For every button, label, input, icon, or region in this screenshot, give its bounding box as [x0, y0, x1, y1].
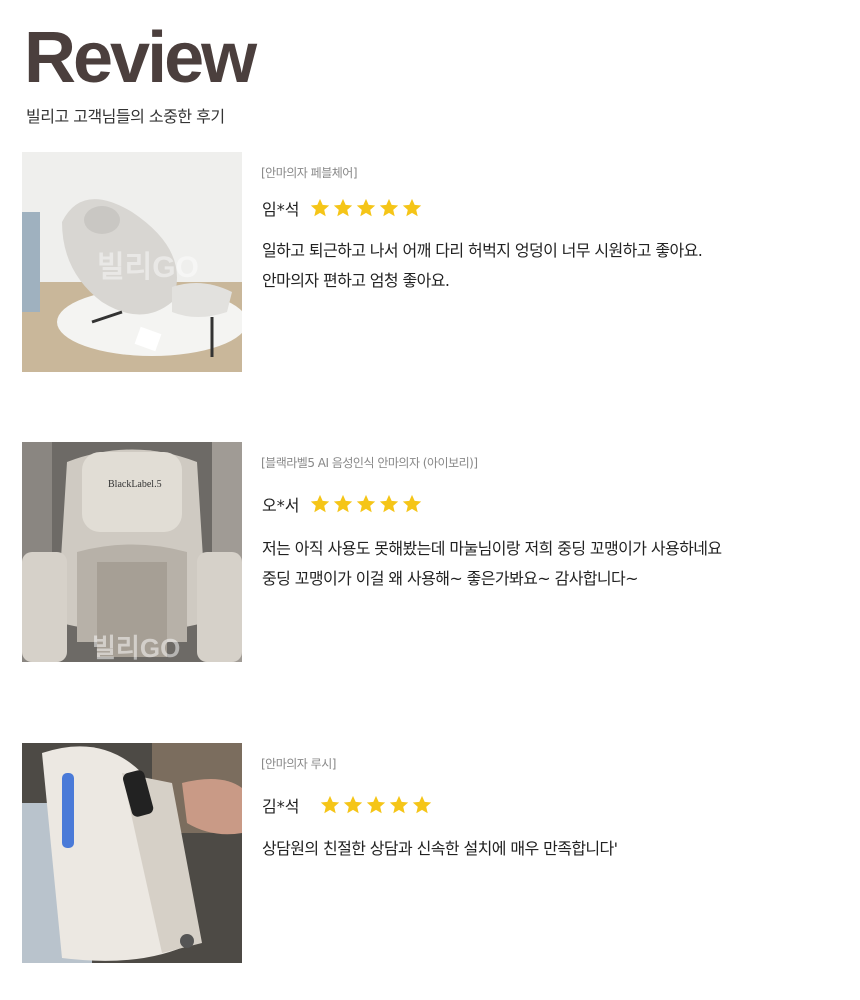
star-icon — [321, 795, 340, 814]
star-icon — [334, 494, 353, 513]
star-icon — [344, 795, 363, 814]
review-text-line: 상담원의 친절한 상담과 신속한 설치에 매우 만족합니다' — [262, 839, 618, 858]
review-text: 저는 아직 사용도 못해봤는데 마눌님이랑 저희 중딩 꼬맹이가 사용하네요 중… — [262, 534, 832, 594]
page-title: Review — [24, 18, 257, 98]
reviewer-name: 임*석 — [262, 200, 300, 219]
review-text: 상담원의 친절한 상담과 신속한 설치에 매우 만족합니다' — [262, 834, 832, 864]
chair-label: BlackLabel.5 — [108, 479, 162, 490]
review-text: 일하고 퇴근하고 나서 어깨 다리 허벅지 엉덩이 너무 시원하고 좋아요. 안… — [262, 236, 832, 296]
star-icon — [403, 198, 422, 217]
star-icon — [380, 198, 399, 217]
review-card: 빌리GO [안마의자 페블체어] 임*석 일하고 퇴근하고 나서 어깨 다리 허… — [22, 152, 842, 372]
star-rating — [309, 197, 423, 219]
star-icon — [380, 494, 399, 513]
star-icon — [367, 795, 386, 814]
review-text-line: 일하고 퇴근하고 나서 어깨 다리 허벅지 엉덩이 너무 시원하고 좋아요. — [262, 241, 703, 260]
star-icon — [357, 494, 376, 513]
star-rating — [319, 794, 433, 816]
page-subtitle: 빌리고 고객님들의 소중한 후기 — [26, 107, 225, 126]
star-icon — [413, 795, 432, 814]
review-card: [안마의자 루시] 김*석 상담원의 친절한 상담과 신속한 설치에 매우 만족… — [22, 743, 842, 963]
review-text-line: 안마의자 편하고 엄청 좋아요. — [262, 271, 450, 290]
review-photo[interactable]: BlackLabel.5 빌리GO — [22, 442, 242, 662]
star-icon — [311, 494, 330, 513]
review-text-line: 중딩 꼬맹이가 이걸 왜 사용해~ 좋은가봐요~ 감사합니다~ — [262, 569, 639, 588]
product-name: [블랙라벨5 AI 음성인식 안마의자 (아이보리)] — [261, 456, 478, 470]
review-photo[interactable]: 빌리GO — [22, 152, 242, 372]
review-text-line: 저는 아직 사용도 못해봤는데 마눌님이랑 저희 중딩 꼬맹이가 사용하네요 — [262, 539, 722, 558]
product-name: [안마의자 페블체어] — [261, 166, 358, 180]
reviewer-name: 오*서 — [262, 496, 300, 515]
watermark: 빌리GO — [92, 633, 180, 662]
star-rating — [309, 493, 423, 515]
star-icon — [403, 494, 422, 513]
watermark: 빌리GO — [97, 251, 199, 284]
review-photo[interactable] — [22, 743, 242, 963]
star-icon — [334, 198, 353, 217]
star-icon — [311, 198, 330, 217]
review-card: BlackLabel.5 빌리GO [블랙라벨5 AI 음성인식 안마의자 (아… — [22, 442, 842, 662]
star-icon — [390, 795, 409, 814]
star-icon — [357, 198, 376, 217]
product-name: [안마의자 루시] — [261, 757, 336, 771]
reviewer-name: 김*석 — [262, 797, 300, 816]
